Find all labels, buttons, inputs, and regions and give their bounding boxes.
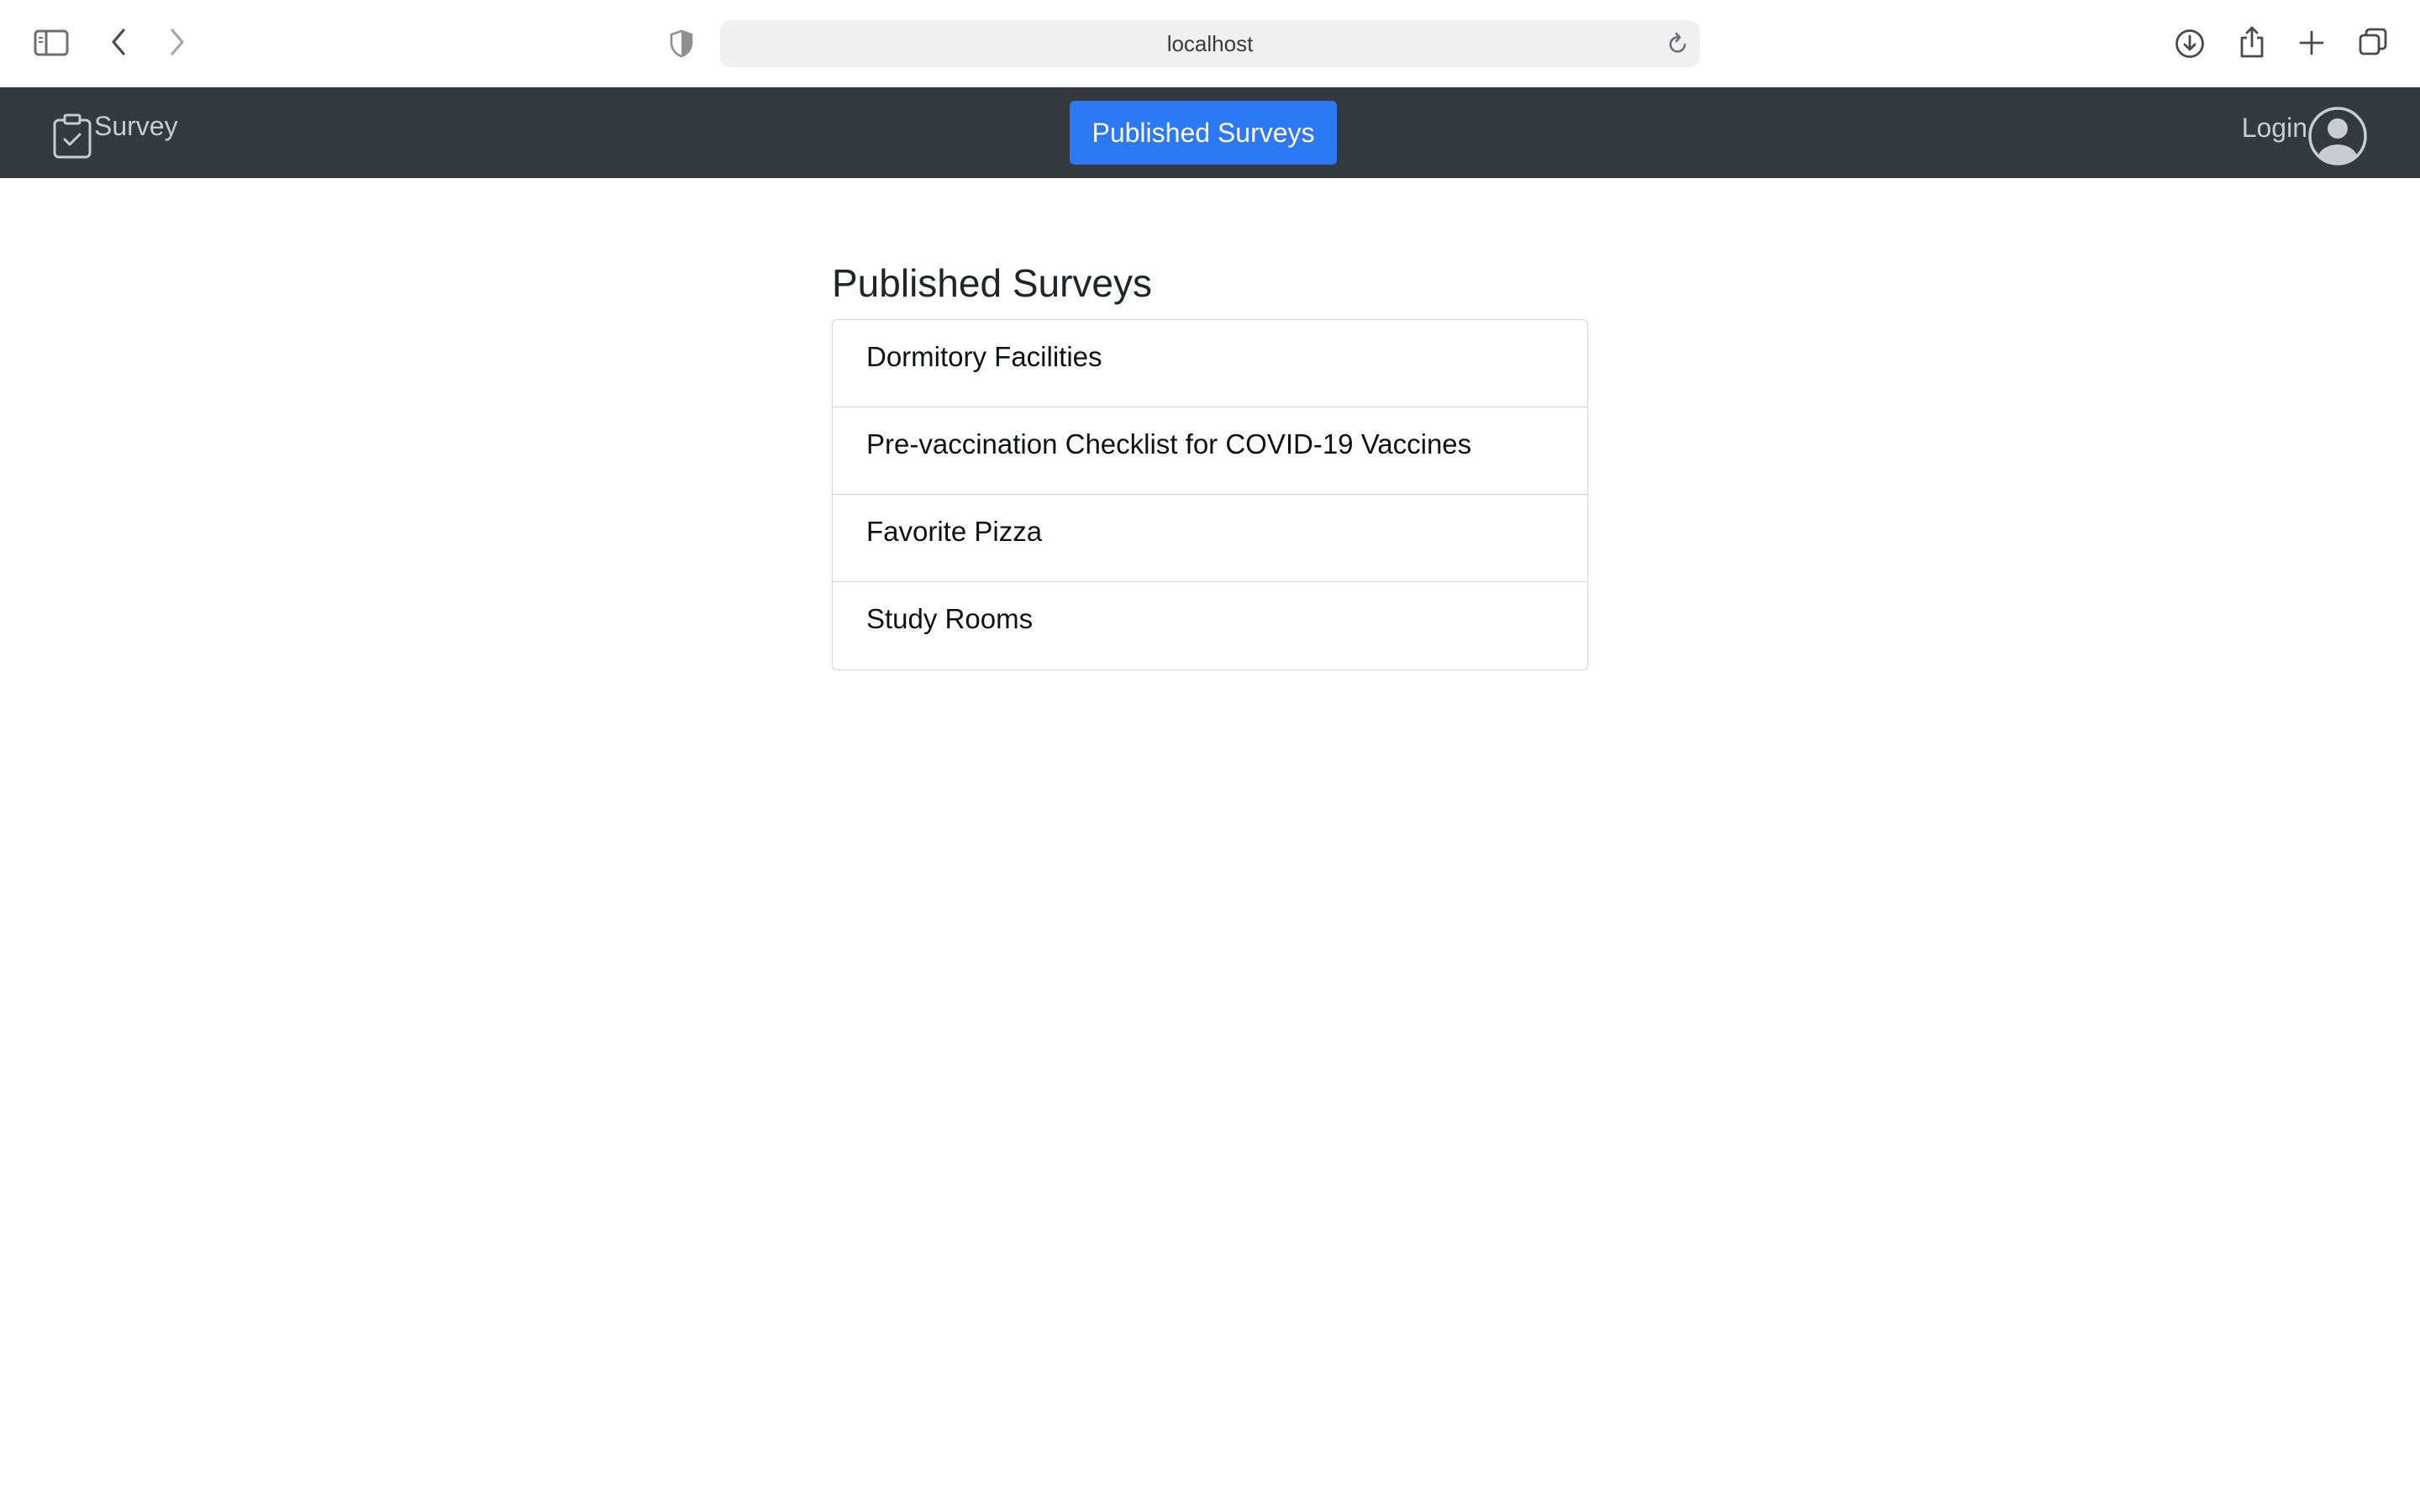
login-link[interactable]: Login (2242, 102, 2368, 166)
tabs-overview-icon[interactable] (2356, 25, 2390, 59)
login-label: Login (2241, 113, 2307, 143)
shield-icon[interactable] (667, 29, 696, 59)
app-navbar: Survey Published Surveys Login (0, 87, 2420, 178)
user-circle-icon[interactable] (2307, 106, 2368, 166)
plus-icon[interactable] (2296, 27, 2328, 59)
page-title: Published Surveys (832, 261, 1152, 305)
share-icon[interactable] (2237, 24, 2267, 60)
survey-item-study-rooms[interactable]: Study Rooms (833, 582, 1587, 669)
published-surveys-button[interactable]: Published Surveys (1070, 101, 1337, 165)
sidebar-toggle-icon[interactable] (34, 27, 69, 59)
chevron-right-icon[interactable] (165, 25, 190, 59)
clipboard-check-icon (52, 113, 92, 160)
survey-list: Dormitory Facilities Pre-vaccination Che… (832, 319, 1588, 670)
brand-link[interactable]: Survey (52, 108, 178, 160)
survey-item-favorite-pizza[interactable]: Favorite Pizza (833, 495, 1587, 582)
address-bar[interactable]: localhost (720, 20, 1700, 67)
url-text: localhost (1166, 31, 1254, 56)
browser-toolbar: localhost (0, 0, 2420, 87)
reload-icon[interactable] (1666, 32, 1690, 55)
download-icon[interactable] (2173, 27, 2207, 60)
survey-item-dormitory-facilities[interactable]: Dormitory Facilities (833, 320, 1587, 407)
chevron-left-icon[interactable] (106, 25, 131, 59)
survey-item-pre-vaccination-checklist[interactable]: Pre-vaccination Checklist for COVID-19 V… (833, 407, 1587, 495)
main-content: Published Surveys Dormitory Facilities P… (832, 252, 1588, 670)
brand-label: Survey (94, 111, 178, 141)
